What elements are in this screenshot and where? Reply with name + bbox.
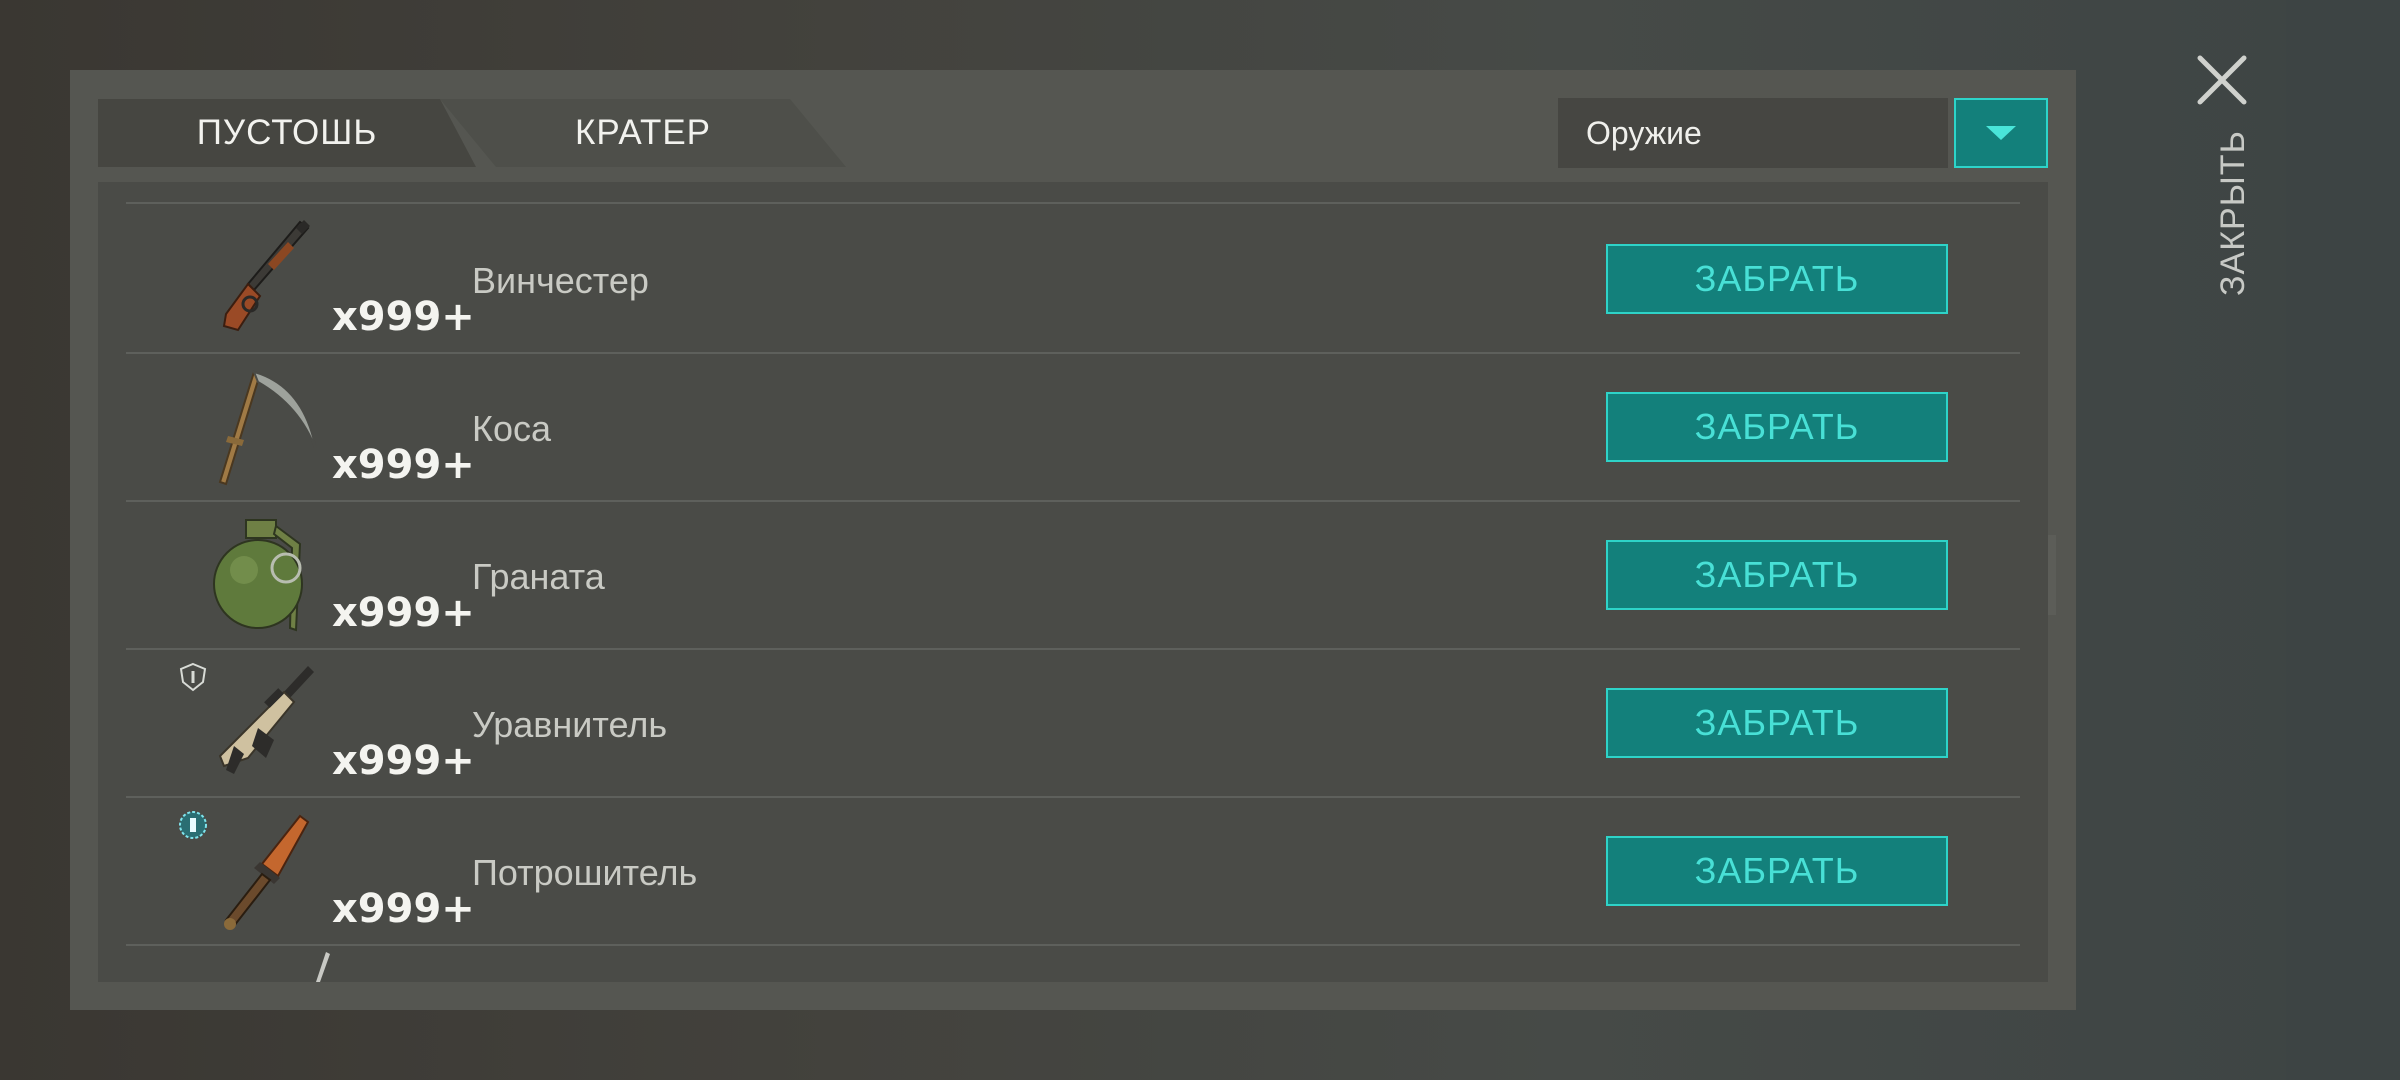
item-name: Уравнитель (472, 704, 668, 745)
list-item-partial-bottom (126, 946, 2020, 982)
list-item: x999+ Потрошитель ЗАБРАТЬ (126, 798, 2020, 946)
item-quantity: x999+ (332, 738, 475, 784)
close-button-label: ЗАКРЫТЬ (2214, 130, 2252, 296)
dropdown-toggle-button[interactable] (1954, 98, 2048, 168)
item-quantity: x999 (332, 182, 441, 190)
list-item: x999+ Винчестер ЗАБРАТЬ (126, 206, 2020, 354)
category-dropdown[interactable]: Оружие (1558, 98, 1948, 168)
tab-crater[interactable]: КРАТЕР (440, 99, 846, 167)
tab-wasteland[interactable]: ПУСТОШЬ (98, 99, 476, 167)
list-scrollbar[interactable] (2048, 535, 2056, 615)
item-quantity: x999+ (332, 294, 475, 340)
category-dropdown-value: Оружие (1586, 114, 1702, 151)
item-list[interactable]: x999 x999+ Винчестер ЗАБРАТЬ (98, 182, 2048, 982)
list-item: x999+ Граната ЗАБРАТЬ (126, 502, 2020, 650)
rifle-icon (204, 218, 324, 342)
item-quantity: x999+ (332, 886, 475, 932)
claim-button[interactable]: ЗАБРАТЬ (1606, 540, 1948, 610)
right-side-strip (2286, 0, 2400, 1080)
chevron-down-icon (1986, 126, 2016, 140)
item-name: Коса (472, 408, 552, 449)
list-item-partial-top: x999 (126, 182, 2020, 204)
item-name: Потрошитель (472, 852, 698, 893)
tab-crater-label: КРАТЕР (574, 113, 712, 152)
assault-rifle-icon (204, 662, 324, 786)
knife-icon (204, 810, 324, 934)
item-name: Винчестер (472, 260, 649, 301)
claim-button[interactable]: ЗАБРАТЬ (1606, 392, 1948, 462)
list-item: x999+ Коса ЗАБРАТЬ (126, 354, 2020, 502)
scythe-icon (204, 366, 324, 490)
item-quantity: x999+ (332, 442, 475, 488)
claim-button[interactable]: ЗАБРАТЬ (1606, 244, 1948, 314)
item-quantity: x999+ (332, 590, 475, 636)
grenade-icon (204, 514, 324, 638)
weapon-icon-partial (244, 182, 274, 190)
claim-button[interactable]: ЗАБРАТЬ (1606, 688, 1948, 758)
tab-wasteland-label: ПУСТОШЬ (196, 113, 378, 152)
claim-button[interactable]: ЗАБРАТЬ (1606, 836, 1948, 906)
list-item: x999+ Уравнитель ЗАБРАТЬ (126, 650, 2020, 798)
weapon-icon-partial (316, 952, 330, 982)
item-name: Граната (472, 556, 605, 597)
close-icon[interactable] (2196, 54, 2248, 106)
